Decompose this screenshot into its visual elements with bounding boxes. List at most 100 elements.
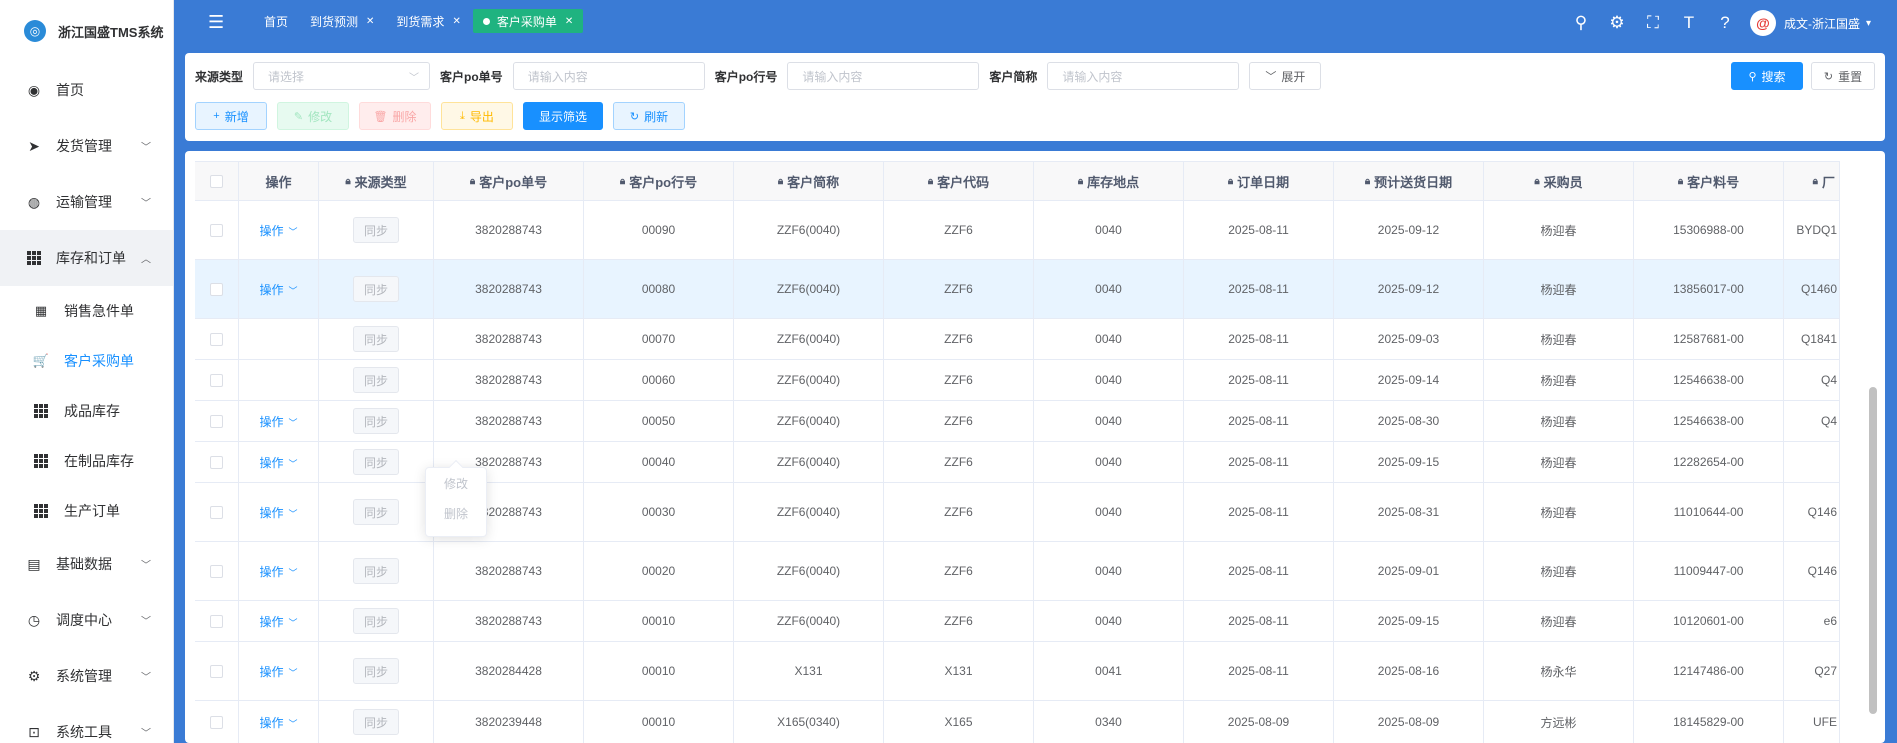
close-icon[interactable]: ✕ [366, 16, 374, 27]
sidebar-item-finished-stock[interactable]: 成品库存 [0, 386, 173, 436]
op-dropdown-trigger[interactable]: 操作 ﹀ [259, 222, 297, 239]
vertical-scrollbar[interactable] [1869, 387, 1877, 714]
sync-button[interactable]: 同步 [353, 367, 399, 393]
sidebar-item-customer-po[interactable]: 🛒 客户采购单 [0, 336, 173, 386]
op-dropdown-trigger[interactable]: 操作 ﹀ [259, 413, 297, 430]
tab-arrival-demand[interactable]: 到货需求 ✕ [386, 9, 470, 33]
sync-button[interactable]: 同步 [353, 608, 399, 634]
col-header[interactable]: 🔒︎ 客户料号 [1634, 162, 1784, 200]
refresh-button[interactable]: ↻ 刷新 [613, 102, 685, 130]
sync-button[interactable]: 同步 [353, 449, 399, 475]
col-header[interactable]: 🔒︎ 客户po单号 [434, 162, 584, 200]
sidebar-item-dispatch[interactable]: ◷ 调度中心 ﹀ [0, 592, 173, 648]
sync-button[interactable]: 同步 [353, 276, 399, 302]
sidebar-item-sales-urgent[interactable]: ▦ 销售急件单 [0, 286, 173, 336]
table-row[interactable]: 操作 ﹀ 同步 3820239448 00010 X165(0340) X165 0340 20… [195, 701, 1840, 743]
delete-button[interactable]: 🗑 删除 [359, 102, 431, 130]
col-header[interactable]: 🔒︎ 客户po行号 [584, 162, 734, 200]
row-checkbox[interactable] [210, 414, 223, 428]
tab-customer-po[interactable]: 客户采购单 ✕ [472, 9, 584, 33]
search-icon[interactable]: ⚲ [1570, 12, 1592, 34]
reset-button[interactable]: ↻ 重置 [1811, 62, 1875, 90]
row-checkbox[interactable] [210, 664, 223, 678]
sync-button[interactable]: 同步 [353, 217, 399, 243]
chevron-down-icon[interactable]: ▾ [1866, 18, 1871, 29]
row-checkbox[interactable] [210, 564, 223, 578]
table-row[interactable]: 同步 3820288743 00060 ZZF6(0040) ZZF6 0040 2025-… [195, 360, 1840, 401]
sync-button[interactable]: 同步 [353, 658, 399, 684]
dropdown-delete-item[interactable]: 删除 [426, 498, 486, 528]
po-no-input[interactable]: 请输入内容 [512, 62, 705, 90]
sync-button[interactable]: 同步 [353, 558, 399, 584]
short-name-input[interactable]: 请输入内容 [1047, 62, 1240, 90]
col-header[interactable]: 🔒︎ 客户代码 [884, 162, 1034, 200]
hamburger-icon[interactable]: ☰ [208, 12, 224, 33]
user-name[interactable]: 成文-浙江国盛 [1784, 15, 1860, 32]
table-row[interactable]: 操作 ﹀ 同步 3820288743 00010 ZZF6(0040) ZZF6 0040 20… [195, 601, 1840, 642]
select-all-checkbox[interactable] [210, 174, 223, 188]
sidebar-item-base-data[interactable]: ▤ 基础数据 ﹀ [0, 536, 173, 592]
sync-button[interactable]: 同步 [353, 326, 399, 352]
po-line-input[interactable]: 请输入内容 [787, 62, 980, 90]
tab-home[interactable]: 首页 [254, 9, 298, 33]
row-checkbox[interactable] [210, 505, 223, 519]
sidebar-item-label: 运输管理 [56, 194, 112, 210]
search-button[interactable]: ⚲ 搜索 [1731, 62, 1803, 90]
sync-button[interactable]: 同步 [353, 709, 399, 735]
op-dropdown-trigger[interactable]: 操作 ﹀ [259, 563, 297, 580]
table-row[interactable]: 操作 ﹀ 同步 3820288743 00090 ZZF6(0040) ZZF6 0040 20… [195, 201, 1840, 260]
sidebar-item-system-admin[interactable]: ⚙ 系统管理 ﹀ [0, 648, 173, 704]
expand-button[interactable]: ﹀ 展开 [1249, 62, 1322, 90]
op-dropdown-trigger[interactable]: 操作 ﹀ [259, 454, 297, 471]
table-row[interactable]: 同步 3820288743 00070 ZZF6(0040) ZZF6 0040 2025-… [195, 319, 1840, 360]
op-dropdown-trigger[interactable]: 操作 ﹀ [259, 714, 297, 731]
gear-icon[interactable]: ⚙ [1606, 12, 1628, 34]
table-row[interactable]: 操作 ﹀ 同步 3820288743 00050 ZZF6(0040) ZZF6 0040 20… [195, 401, 1840, 442]
sidebar-item-inventory-orders[interactable]: 库存和订单 ︿ [0, 230, 173, 286]
row-checkbox[interactable] [210, 223, 223, 237]
col-header[interactable]: 🔒︎ 客户简称 [734, 162, 884, 200]
sidebar-item-system-tools[interactable]: ⊡ 系统工具 ﹀ [0, 704, 173, 743]
col-header[interactable]: 🔒︎ 库存地点 [1034, 162, 1184, 200]
col-header[interactable]: 🔒︎ 厂 [1784, 162, 1840, 200]
op-dropdown-trigger[interactable]: 操作 ﹀ [259, 663, 297, 680]
fullscreen-icon[interactable]: ⛶ [1642, 12, 1664, 34]
sync-button[interactable]: 同步 [353, 499, 399, 525]
export-button[interactable]: ⤓ 导出 [441, 102, 513, 130]
row-checkbox[interactable] [210, 455, 223, 469]
table-row[interactable]: 操作 ﹀ 同步 3820284428 00010 X131 X131 0041 2025-08-… [195, 642, 1840, 701]
table-row[interactable]: 操作 ﹀ 同步 3820288743 00020 ZZF6(0040) ZZF6 0040 20… [195, 542, 1840, 601]
table-row[interactable]: 操作 ﹀ 同步 3820288743 00080 ZZF6(0040) ZZF6 0040 20… [195, 260, 1840, 319]
avatar[interactable]: @ [1749, 10, 1776, 36]
col-header[interactable]: 🔒︎ 来源类型 [319, 162, 434, 200]
col-header[interactable]: 🔒︎ 预计送货日期 [1334, 162, 1484, 200]
row-checkbox[interactable] [210, 282, 223, 296]
op-dropdown-trigger[interactable]: 操作 ﹀ [259, 281, 297, 298]
app-logo[interactable]: ◎ 浙江国盛TMS系统 [0, 0, 173, 62]
tab-arrival-forecast[interactable]: 到货预测 ✕ [300, 9, 384, 33]
row-checkbox[interactable] [210, 715, 223, 729]
row-checkbox[interactable] [210, 332, 223, 346]
sidebar-item-home[interactable]: ◉ 首页 [0, 62, 173, 118]
col-label: 客户po行号 [629, 174, 698, 190]
op-dropdown-trigger[interactable]: 操作 ﹀ [259, 504, 297, 521]
po-no-placeholder: 请输入内容 [527, 69, 588, 84]
sidebar-item-transport[interactable]: ◍ 运输管理 ﹀ [0, 174, 173, 230]
edit-button[interactable]: ✎ 修改 [277, 102, 349, 130]
add-button[interactable]: + 新增 [195, 102, 267, 130]
row-checkbox[interactable] [210, 373, 223, 387]
sidebar-item-wip-stock[interactable]: 在制品库存 [0, 436, 173, 486]
font-size-icon[interactable]: T [1678, 12, 1700, 34]
close-icon[interactable]: ✕ [452, 16, 460, 27]
show-filter-button[interactable]: 显示筛选 [523, 102, 603, 130]
op-dropdown-trigger[interactable]: 操作 ﹀ [259, 613, 297, 630]
col-header[interactable]: 🔒︎ 采购员 [1484, 162, 1634, 200]
sync-button[interactable]: 同步 [353, 408, 399, 434]
sidebar-item-production-order[interactable]: 生产订单 [0, 486, 173, 536]
help-icon[interactable]: ? [1714, 12, 1736, 34]
source-type-select[interactable]: 请选择 ﹀ [253, 62, 431, 90]
row-checkbox[interactable] [210, 614, 223, 628]
close-icon[interactable]: ✕ [565, 16, 573, 27]
col-header[interactable]: 🔒︎ 订单日期 [1184, 162, 1334, 200]
sidebar-item-shipping[interactable]: ➤ 发货管理 ﹀ [0, 118, 173, 174]
